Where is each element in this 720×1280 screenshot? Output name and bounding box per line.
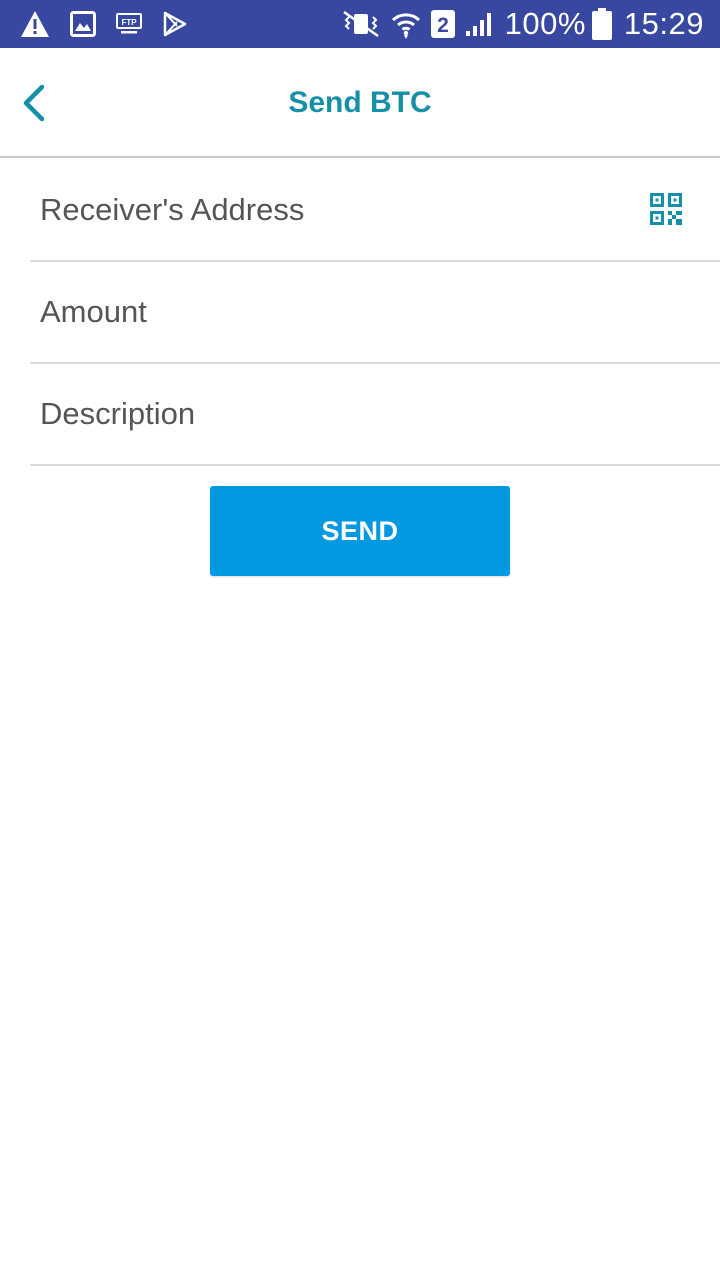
- amount-input[interactable]: [30, 262, 720, 362]
- wifi-icon: [391, 9, 421, 39]
- app-bar: Send BTC: [0, 48, 720, 158]
- receiver-address-row: [30, 160, 720, 262]
- vibrate-icon: [341, 11, 381, 37]
- description-input[interactable]: [30, 364, 720, 464]
- battery-percent: 100%: [504, 6, 586, 41]
- signal-icon: [465, 11, 493, 37]
- page-title: Send BTC: [288, 86, 432, 119]
- status-time: 15:29: [623, 6, 704, 41]
- ftp-icon: FTP: [116, 13, 142, 35]
- battery-icon: [591, 8, 612, 40]
- send-button-wrap: SEND: [210, 486, 510, 576]
- image-icon: [70, 11, 96, 37]
- status-bar-right: 2 100% 15:29: [331, 6, 704, 42]
- svg-text:FTP: FTP: [121, 18, 137, 27]
- svg-text:2: 2: [437, 14, 449, 37]
- status-bar-left: FTP: [20, 10, 208, 38]
- send-form: [30, 160, 720, 466]
- play-store-icon: [162, 11, 188, 37]
- amount-row: [30, 262, 720, 364]
- receiver-address-input[interactable]: [30, 160, 720, 260]
- qr-code-icon: [650, 193, 682, 225]
- status-bar: FTP 2 100% 15:29: [0, 0, 720, 48]
- qr-scan-button[interactable]: [650, 193, 682, 225]
- warning-icon: [20, 10, 50, 38]
- sim-icon: 2: [430, 10, 455, 38]
- description-row: [30, 364, 720, 466]
- send-button[interactable]: SEND: [210, 486, 510, 576]
